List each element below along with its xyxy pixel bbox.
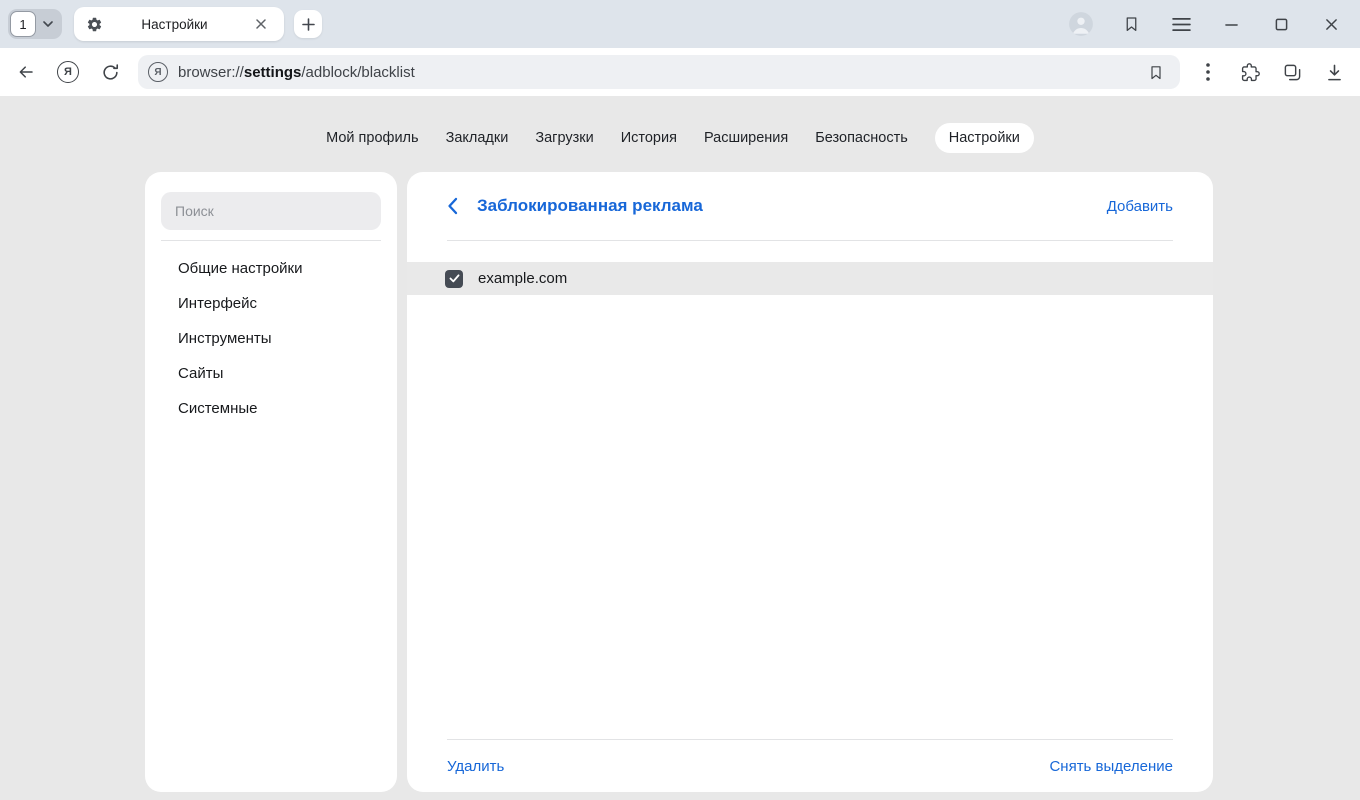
nav-item-history[interactable]: История <box>621 123 677 153</box>
hamburger-icon <box>1172 17 1191 32</box>
page-title: Заблокированная реклама <box>477 196 703 216</box>
minimize-button[interactable] <box>1216 9 1246 39</box>
maximize-button[interactable] <box>1266 9 1296 39</box>
close-icon <box>1325 18 1338 31</box>
tab-group-pill[interactable]: 1 <box>8 9 62 39</box>
bookmark-icon <box>1148 64 1164 81</box>
download-icon <box>1325 63 1344 82</box>
url-highlight: settings <box>244 64 302 81</box>
deselect-button[interactable]: Снять выделение <box>1049 758 1173 775</box>
chevron-left-icon <box>447 197 458 215</box>
nav-item-bookmarks[interactable]: Закладки <box>446 123 509 153</box>
puzzle-icon <box>1241 63 1260 82</box>
settings-nav: Мой профиль Закладки Загрузки История Ра… <box>0 123 1360 153</box>
new-tab-button[interactable] <box>294 10 322 38</box>
sidebar-item-sites[interactable]: Сайты <box>161 356 381 391</box>
site-icon: Я <box>148 62 168 82</box>
avatar-icon <box>1068 11 1094 37</box>
menu-button[interactable] <box>1166 9 1196 39</box>
reload-button[interactable] <box>92 54 128 90</box>
add-button[interactable]: Добавить <box>1107 198 1173 215</box>
close-icon <box>256 19 266 29</box>
kebab-icon <box>1206 63 1210 81</box>
back-button[interactable] <box>8 54 44 90</box>
extensions-button[interactable] <box>1232 54 1268 90</box>
bookmark-page-button[interactable] <box>1142 58 1170 86</box>
row-checkbox[interactable] <box>445 270 463 288</box>
settings-page: Мой профиль Закладки Загрузки История Ра… <box>0 96 1360 800</box>
yandex-logo-icon: Я <box>57 61 79 83</box>
nav-item-profile[interactable]: Мой профиль <box>326 123 418 153</box>
sidebar-item-interface[interactable]: Интерфейс <box>161 286 381 321</box>
bookmark-icon <box>1123 15 1140 33</box>
delete-button[interactable]: Удалить <box>447 758 504 775</box>
url-prefix: browser:// <box>178 64 244 81</box>
window-close-button[interactable] <box>1316 9 1346 39</box>
address-bar[interactable]: Я browser://settings/adblock/blacklist <box>138 55 1180 89</box>
tab-bar-right-controls <box>1066 9 1350 39</box>
chevron-down-icon[interactable] <box>36 21 60 27</box>
blacklist-row[interactable]: example.com <box>407 262 1213 295</box>
divider <box>161 240 381 241</box>
back-chevron-button[interactable] <box>447 197 458 215</box>
tab-title: Настройки <box>103 17 246 32</box>
browser-toolbar: Я Я browser://settings/adblock/blacklist <box>0 48 1360 96</box>
reload-icon <box>101 63 120 82</box>
url-text: browser://settings/adblock/blacklist <box>178 64 1142 81</box>
profile-avatar[interactable] <box>1066 9 1096 39</box>
plus-icon <box>302 18 315 31</box>
more-actions-button[interactable] <box>1190 54 1226 90</box>
tab-group-count: 1 <box>10 11 36 37</box>
yandex-home-button[interactable]: Я <box>50 54 86 90</box>
collections-icon <box>1283 63 1302 82</box>
tab-close-button[interactable] <box>246 9 276 39</box>
minimize-icon <box>1225 18 1238 31</box>
settings-sidebar: Общие настройки Интерфейс Инструменты Са… <box>145 172 397 792</box>
divider <box>447 240 1173 241</box>
tab-settings[interactable]: Настройки <box>74 7 284 41</box>
nav-item-downloads[interactable]: Загрузки <box>535 123 593 153</box>
sidebar-item-system[interactable]: Системные <box>161 391 381 426</box>
tab-bar: 1 Настройки <box>0 0 1360 48</box>
downloads-button[interactable] <box>1316 54 1352 90</box>
panel-footer: Удалить Снять выделение <box>447 739 1173 792</box>
panel-header: Заблокированная реклама Добавить <box>407 172 1213 240</box>
row-domain: example.com <box>478 270 567 287</box>
bookmarks-panel-button[interactable] <box>1116 9 1146 39</box>
sidebar-item-tools[interactable]: Инструменты <box>161 321 381 356</box>
gear-icon <box>86 16 103 33</box>
nav-item-security[interactable]: Безопасность <box>815 123 908 153</box>
nav-item-settings[interactable]: Настройки <box>935 123 1034 153</box>
browser-window: 1 Настройки <box>0 0 1360 800</box>
search-input[interactable] <box>161 192 381 230</box>
collections-button[interactable] <box>1274 54 1310 90</box>
sidebar-item-general[interactable]: Общие настройки <box>161 251 381 286</box>
url-suffix: /adblock/blacklist <box>301 64 414 81</box>
nav-item-extensions[interactable]: Расширения <box>704 123 788 153</box>
arrow-left-icon <box>16 63 36 81</box>
check-icon <box>449 274 460 283</box>
maximize-icon <box>1275 18 1288 31</box>
settings-panel: Заблокированная реклама Добавить example… <box>407 172 1213 792</box>
